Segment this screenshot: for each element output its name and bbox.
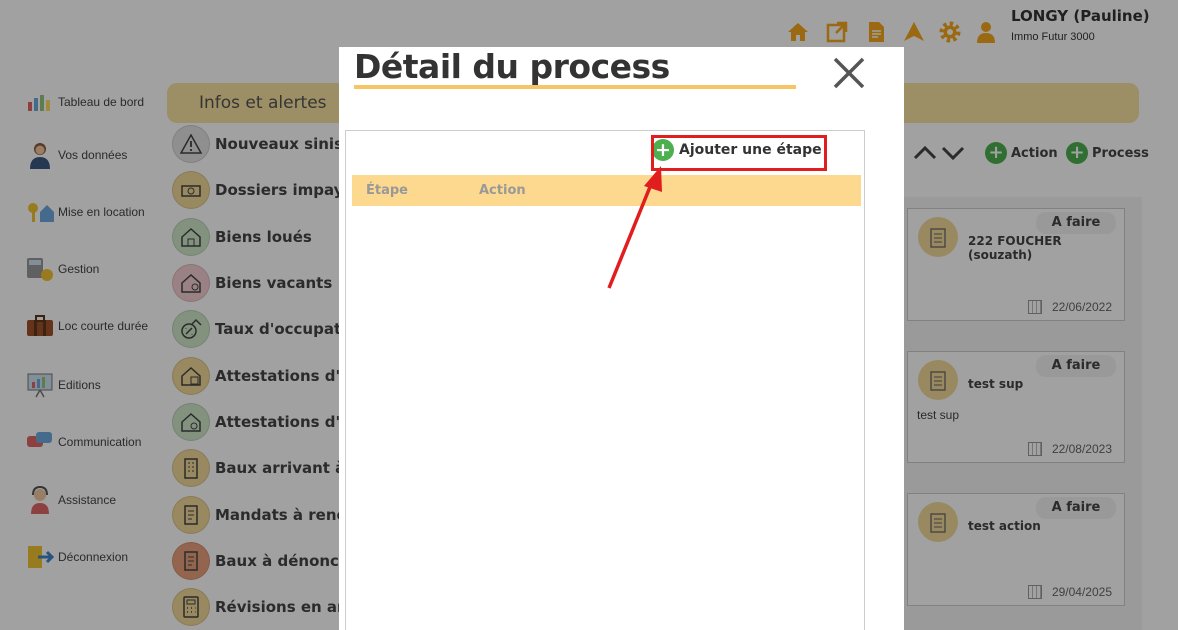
highlight-box bbox=[651, 135, 827, 171]
column-header-action: Action bbox=[479, 183, 526, 198]
close-icon[interactable] bbox=[831, 55, 867, 91]
modal-title: Détail du process bbox=[354, 47, 670, 86]
column-header-etape: Étape bbox=[366, 183, 408, 198]
title-underline bbox=[354, 85, 796, 89]
annotation-arrow-icon bbox=[607, 166, 662, 289]
